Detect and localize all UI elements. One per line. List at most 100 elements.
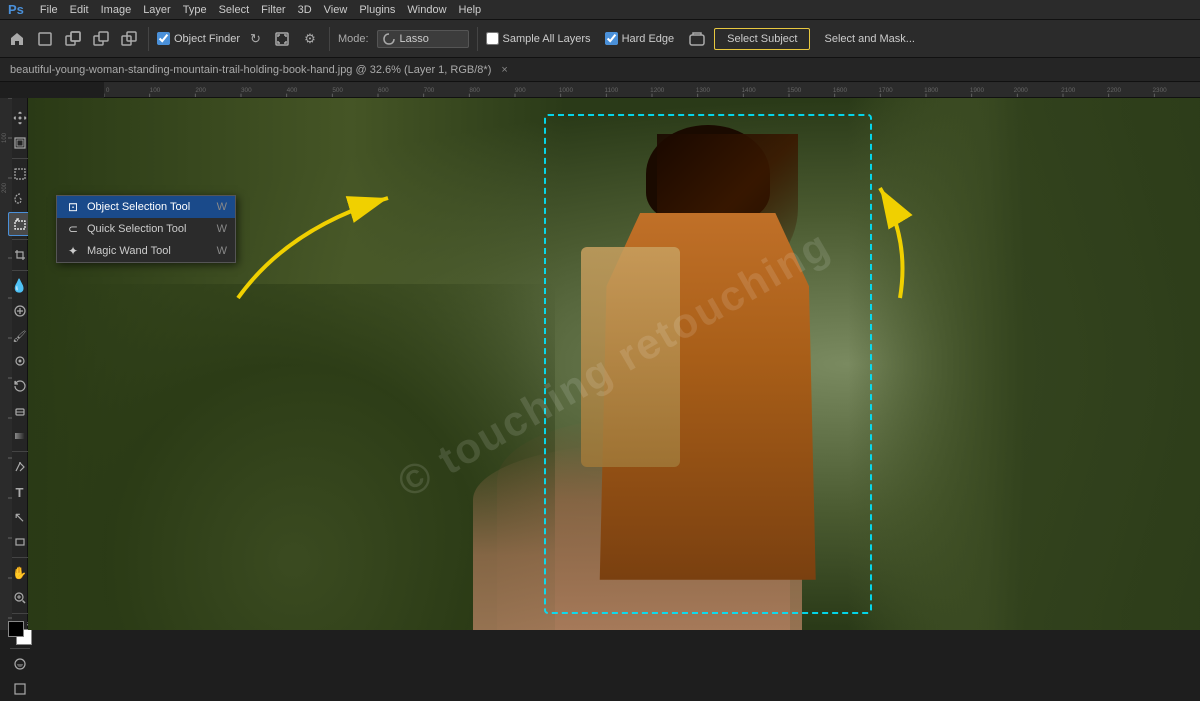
svg-text:300: 300 — [241, 86, 252, 93]
svg-text:800: 800 — [469, 86, 480, 93]
quick-select-label: Quick Selection Tool — [87, 223, 186, 235]
menu-view[interactable]: View — [324, 4, 348, 16]
separator — [10, 158, 30, 159]
menu-type[interactable]: Type — [183, 4, 207, 16]
magic-wand-shortcut: W — [217, 245, 227, 257]
sample-all-layers-checkbox[interactable] — [486, 32, 499, 45]
left-toolbar: 100 200 — [0, 98, 28, 630]
quick-select-shortcut: W — [217, 223, 227, 235]
svg-text:2100: 2100 — [1061, 86, 1076, 93]
object-finder-checkbox[interactable] — [157, 32, 170, 45]
eraser-icon — [13, 404, 27, 418]
svg-text:200: 200 — [195, 86, 206, 93]
screen-mode-icon — [13, 682, 27, 696]
object-select-icon — [13, 217, 27, 231]
dropdown-item-magic-wand[interactable]: ✦ Magic Wand Tool W — [57, 240, 235, 262]
svg-text:1000: 1000 — [559, 86, 574, 93]
menu-filter[interactable]: Filter — [261, 4, 285, 16]
tool-dropdown: ⊡ Object Selection Tool W ⊂ Quick Select… — [56, 195, 236, 263]
separator-1 — [148, 27, 149, 51]
object-select-shortcut: W — [217, 201, 227, 213]
separator-3 — [477, 27, 478, 51]
main-layout: 100 200 — [0, 98, 1200, 630]
select-mask-button[interactable]: Select and Mask... — [816, 29, 923, 49]
lasso-tool-icon — [13, 192, 27, 206]
menu-layer[interactable]: Layer — [143, 4, 171, 16]
forest-left — [28, 98, 567, 630]
screen-mode-btn[interactable] — [8, 677, 32, 701]
document-title: beautiful-young-woman-standing-mountain-… — [10, 64, 491, 76]
svg-text:1700: 1700 — [879, 86, 894, 93]
svg-text:900: 900 — [515, 86, 526, 93]
separator7 — [10, 648, 30, 649]
menu-file[interactable]: File — [40, 4, 58, 16]
magic-wand-icon: ✦ — [65, 244, 81, 258]
svg-text:1500: 1500 — [787, 86, 802, 93]
separator2 — [10, 239, 30, 240]
svg-text:0: 0 — [106, 86, 110, 93]
shape-icon — [13, 535, 27, 549]
dropdown-item-quick-select[interactable]: ⊂ Quick Selection Tool W — [57, 218, 235, 240]
refresh-button[interactable]: ↻ — [246, 29, 265, 49]
svg-text:1800: 1800 — [924, 86, 939, 93]
ruler-svg: 0 100 200 300 400 500 600 700 800 900 — [104, 82, 1200, 98]
svg-text:1100: 1100 — [605, 86, 619, 93]
object-select-tool-icon: ⊡ — [65, 200, 81, 214]
menu-edit[interactable]: Edit — [70, 4, 89, 16]
options-bar: Object Finder ↻ ⚙ Mode: Lasso Rectangle … — [0, 20, 1200, 58]
svg-text:500: 500 — [332, 86, 343, 93]
cloud-icon[interactable] — [686, 28, 708, 50]
separator4 — [10, 451, 30, 452]
object-finder-group: Object Finder — [157, 32, 240, 45]
select-subject-button[interactable]: Select Subject — [714, 28, 810, 50]
add-selection-icon[interactable] — [62, 28, 84, 50]
fg-color[interactable] — [8, 621, 24, 637]
hard-edge-group: Hard Edge — [605, 32, 675, 45]
hard-edge-checkbox[interactable] — [605, 32, 618, 45]
svg-text:2000: 2000 — [1014, 86, 1029, 93]
subtract-selection-icon[interactable] — [90, 28, 112, 50]
artboard-icon — [13, 136, 27, 150]
svg-text:2200: 2200 — [1107, 86, 1122, 93]
menu-image[interactable]: Image — [101, 4, 132, 16]
expand-icon[interactable] — [271, 28, 293, 50]
heal-icon — [13, 304, 27, 318]
menu-bar: Ps File Edit Image Layer Type Select Fil… — [0, 0, 1200, 20]
svg-text:1200: 1200 — [650, 86, 665, 93]
new-selection-icon[interactable] — [34, 28, 56, 50]
mode-dropdown[interactable]: Lasso Rectangle — [377, 30, 469, 48]
magic-wand-label: Magic Wand Tool — [87, 245, 171, 257]
woman-backpack — [581, 247, 679, 467]
svg-text:1400: 1400 — [742, 86, 757, 93]
object-finder-label: Object Finder — [174, 33, 240, 45]
menu-help[interactable]: Help — [459, 4, 482, 16]
svg-text:1300: 1300 — [696, 86, 711, 93]
svg-text:100: 100 — [150, 86, 161, 93]
quick-mask-btn[interactable] — [8, 652, 32, 676]
canvas-area[interactable]: ⊡ Object Selection Tool W ⊂ Quick Select… — [28, 98, 1200, 630]
svg-text:700: 700 — [424, 86, 435, 93]
rect-select-icon — [13, 167, 27, 181]
woman-figure — [567, 125, 848, 614]
history-icon — [13, 379, 27, 393]
menu-3d[interactable]: 3D — [298, 4, 312, 16]
menu-select[interactable]: Select — [219, 4, 250, 16]
home-icon[interactable] — [6, 28, 28, 50]
svg-text:2300: 2300 — [1153, 86, 1168, 93]
gradient-icon — [13, 429, 27, 443]
separator6 — [10, 613, 30, 614]
menu-window[interactable]: Window — [407, 4, 446, 16]
svg-text:600: 600 — [378, 86, 389, 93]
dropdown-item-object-select[interactable]: ⊡ Object Selection Tool W — [57, 196, 235, 218]
mode-label: Mode: — [338, 33, 369, 45]
settings-icon[interactable]: ⚙ — [299, 28, 321, 50]
close-tab-icon[interactable]: × — [501, 64, 507, 76]
clone-icon — [13, 354, 27, 368]
sample-all-layers-group: Sample All Layers — [486, 32, 591, 45]
separator3 — [10, 270, 30, 271]
object-select-tool-label: Object Selection Tool — [87, 201, 190, 213]
mode-select-wrapper: Lasso Rectangle — [377, 30, 469, 48]
intersect-selection-icon[interactable] — [118, 28, 140, 50]
menu-plugins[interactable]: Plugins — [359, 4, 395, 16]
crop-icon — [13, 248, 27, 262]
